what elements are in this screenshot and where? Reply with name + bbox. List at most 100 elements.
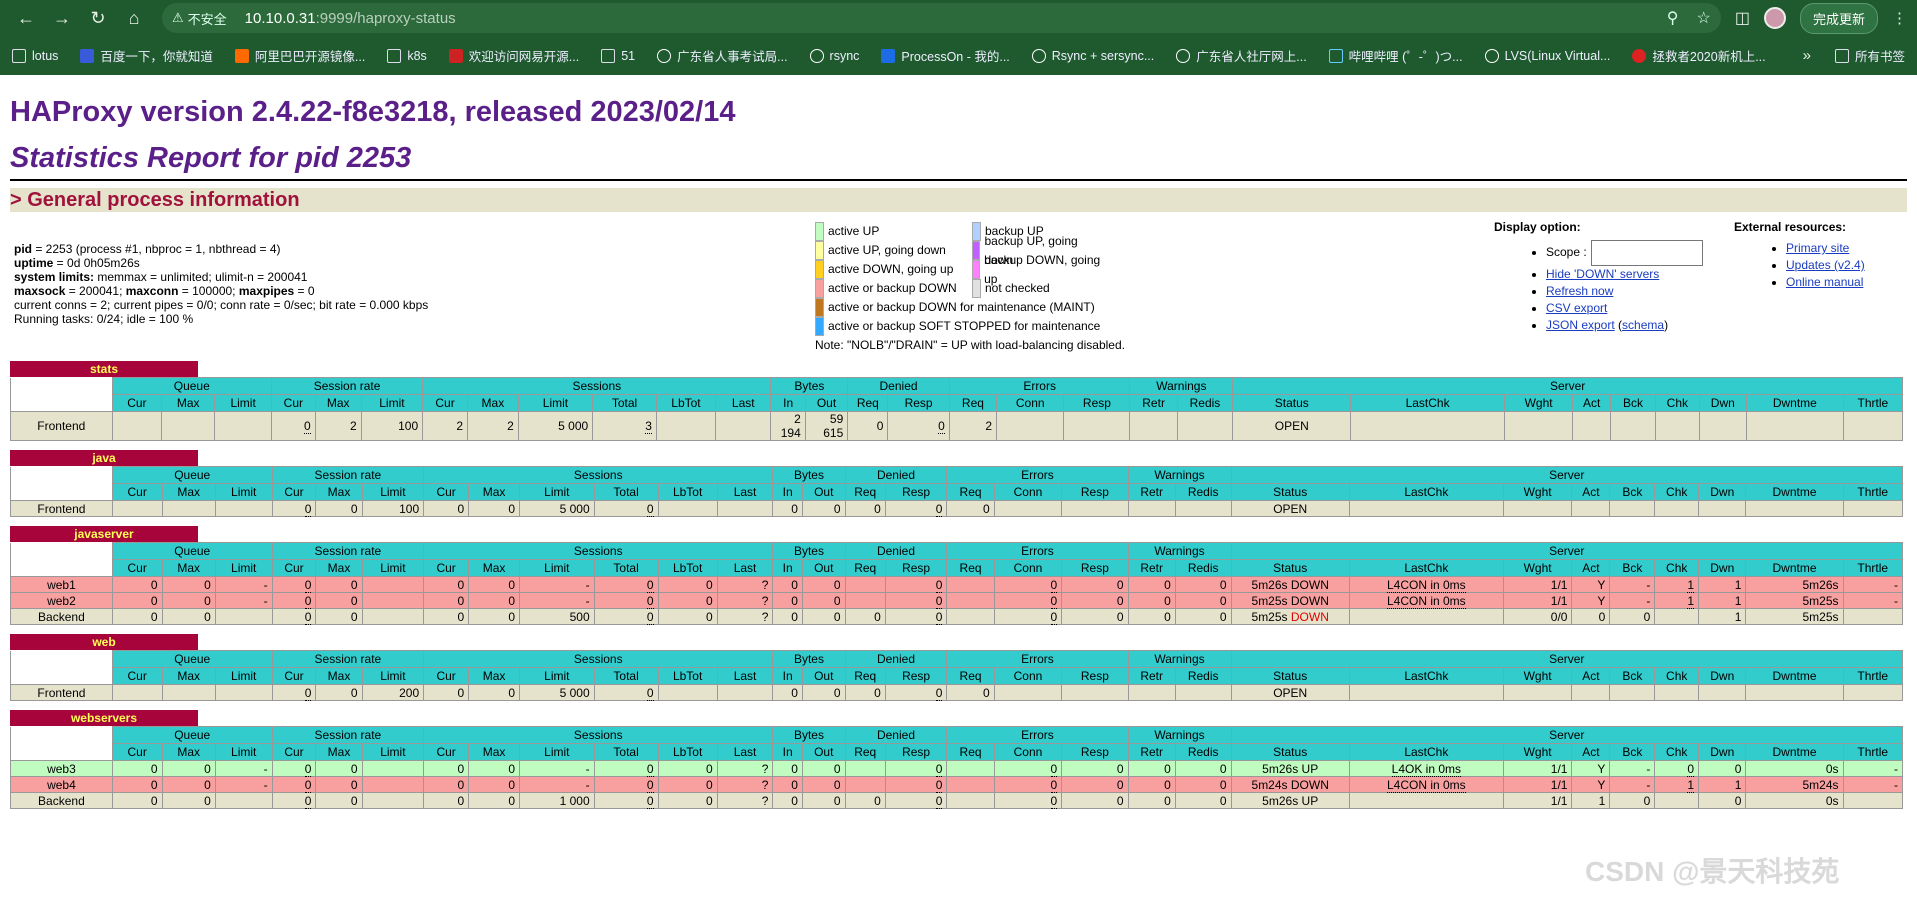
home-icon[interactable]: ⌂ xyxy=(118,2,150,34)
bookmark-item[interactable]: LVS(Linux Virtual... xyxy=(1484,48,1610,63)
menu-icon[interactable]: ⋮ xyxy=(1892,9,1907,27)
cell xyxy=(1127,684,1176,701)
row-name: Backend xyxy=(10,608,113,625)
cell: 0 xyxy=(423,592,470,609)
cell: 0 xyxy=(315,500,363,517)
bookmark-item[interactable]: rsync xyxy=(809,48,859,63)
cell xyxy=(1502,500,1573,517)
cell: 0 xyxy=(593,684,659,701)
csv-export-link[interactable]: CSV export xyxy=(1546,301,1607,315)
proxy-name-stats[interactable]: stats xyxy=(10,361,198,377)
hide-down-link[interactable]: Hide 'DOWN' servers xyxy=(1546,267,1659,281)
cell xyxy=(214,608,273,625)
column-header: Wght xyxy=(1502,559,1573,577)
cell: - xyxy=(214,592,273,609)
bookmark-item[interactable]: 欢迎访问网易开源... xyxy=(448,46,579,65)
lenovo-icon xyxy=(1632,48,1647,63)
column-header: LastChk xyxy=(1348,559,1504,577)
updates-link[interactable]: Updates (v2.4) xyxy=(1786,258,1865,272)
tooltip-value: 0 xyxy=(935,761,943,777)
column-group-header: Queue xyxy=(111,466,273,484)
primary-site-link[interactable]: Primary site xyxy=(1786,241,1849,255)
address-bar[interactable]: ⚠ 不安全 10.10.0.31:9999/haproxy-status ⚲ ☆ xyxy=(162,3,1721,33)
bookmark-item[interactable]: k8s xyxy=(387,48,427,63)
tooltip-value: 0 xyxy=(646,577,654,593)
column-header: Retr xyxy=(1127,743,1176,761)
proxy-name-java[interactable]: java xyxy=(10,450,198,466)
security-indicator[interactable]: ⚠ 不安全 xyxy=(172,9,237,28)
column-header: LastChk xyxy=(1350,394,1505,412)
cell xyxy=(161,500,216,517)
scope-input[interactable] xyxy=(1590,240,1703,266)
table-row: web4 0 0-0 0 0 0-0 0? 0 0 0 0 0 0 0 5m24s DOWN L4CON in… xyxy=(10,776,1904,793)
proxy-name-webservers[interactable]: webservers xyxy=(10,710,198,726)
cell: 1/1 xyxy=(1502,592,1573,609)
column-header: Max xyxy=(314,394,362,412)
sidebar-icon[interactable]: ◫ xyxy=(1735,8,1750,28)
browser-chrome: ← → ↻ ⌂ ⚠ 不安全 10.10.0.31:9999/haproxy-sta… xyxy=(0,0,1917,75)
bookmark-item[interactable]: 哔哩哔哩 (゜-゜)つ... xyxy=(1328,46,1463,65)
cell xyxy=(1654,411,1700,441)
cell xyxy=(1061,500,1129,517)
cell: 0 xyxy=(161,792,216,809)
manual-link[interactable]: Online manual xyxy=(1786,275,1863,289)
avatar[interactable] xyxy=(1763,7,1786,29)
bookmark-item[interactable]: 阿里巴巴开源镜像... xyxy=(234,46,365,65)
process-info-area: pid = 2253 (process #1, nbproc = 1, nbth… xyxy=(10,212,1907,352)
column-group-header: Sessions xyxy=(422,377,772,395)
cell xyxy=(1654,684,1700,701)
tooltip-value: 0 xyxy=(1050,593,1058,609)
proxy-table: Queue Session rate Sessions Bytes Denied Erro… xyxy=(10,377,1904,441)
refresh-link[interactable]: Refresh now xyxy=(1546,284,1613,298)
cell: 0 xyxy=(111,792,163,809)
all-bookmarks[interactable]: 所有书签 xyxy=(1834,46,1905,65)
zoom-icon[interactable]: ⚲ xyxy=(1667,8,1679,28)
column-header: Dwn xyxy=(1698,483,1747,501)
tooltip-value: 0 xyxy=(1050,577,1058,593)
cell: ? xyxy=(716,776,774,793)
proxy-name-web[interactable]: web xyxy=(10,634,198,650)
cell: 0 xyxy=(884,684,948,701)
column-header: Last xyxy=(716,559,774,577)
update-button[interactable]: 完成更新 xyxy=(1799,2,1878,34)
schema-link[interactable]: schema xyxy=(1622,318,1664,332)
back-arrow-icon[interactable]: ← xyxy=(10,2,42,34)
cell: 1 xyxy=(1698,608,1747,625)
column-group-header: Warnings xyxy=(1127,726,1232,744)
cell: - xyxy=(1609,592,1656,609)
column-header: Limit xyxy=(361,667,425,685)
reload-icon[interactable]: ↻ xyxy=(82,2,114,34)
cell: 0 xyxy=(946,684,995,701)
tooltip-value: 0 xyxy=(646,609,654,625)
bookmark-item[interactable]: 广东省人事考试局... xyxy=(657,46,788,65)
column-header: Dwntme xyxy=(1745,483,1844,501)
column-header: Cur xyxy=(270,394,316,412)
star-icon[interactable]: ☆ xyxy=(1697,8,1711,28)
cell: 0 xyxy=(315,576,363,593)
bookmark-item[interactable]: 广东省人社厅网上... xyxy=(1176,46,1307,65)
forward-arrow-icon[interactable]: → xyxy=(46,2,78,34)
json-export-link[interactable]: JSON export xyxy=(1546,318,1615,332)
column-group-header: Errors xyxy=(946,650,1129,668)
cell xyxy=(1610,411,1656,441)
cell: 1 xyxy=(1698,576,1747,593)
bookmark-item[interactable]: 百度一下，你就知道 xyxy=(80,46,213,65)
bookmark-item[interactable]: ProcessOn - 我的... xyxy=(881,46,1010,65)
cell: 0 xyxy=(884,500,948,517)
row-name: web1 xyxy=(10,576,113,593)
proxy-name-javaserver[interactable]: javaserver xyxy=(10,526,198,542)
cell: 0 xyxy=(161,592,216,609)
table-row: web1 0 0-0 0 0 0-0 0? 0 0 0 0 0 0 0 5m26s DOWN L4CON in… xyxy=(10,576,1904,593)
bookmark-item[interactable]: Rsync + sersync... xyxy=(1031,48,1154,63)
bookmark-item[interactable]: lotus xyxy=(12,48,58,63)
legend-label: active or backup DOWN for maintenance (M… xyxy=(828,300,1095,314)
column-group-header: Sessions xyxy=(423,466,774,484)
bookmarks-overflow-button[interactable]: » xyxy=(1803,47,1811,64)
cell xyxy=(361,760,425,777)
bookmark-item[interactable]: 拯救者2020新机上... xyxy=(1632,46,1766,65)
column-group-header: Warnings xyxy=(1127,466,1232,484)
column-header: Req xyxy=(844,743,886,761)
column-header: In xyxy=(770,394,806,412)
bookmark-item[interactable]: 51 xyxy=(601,48,635,63)
cell: 0 xyxy=(271,500,317,517)
